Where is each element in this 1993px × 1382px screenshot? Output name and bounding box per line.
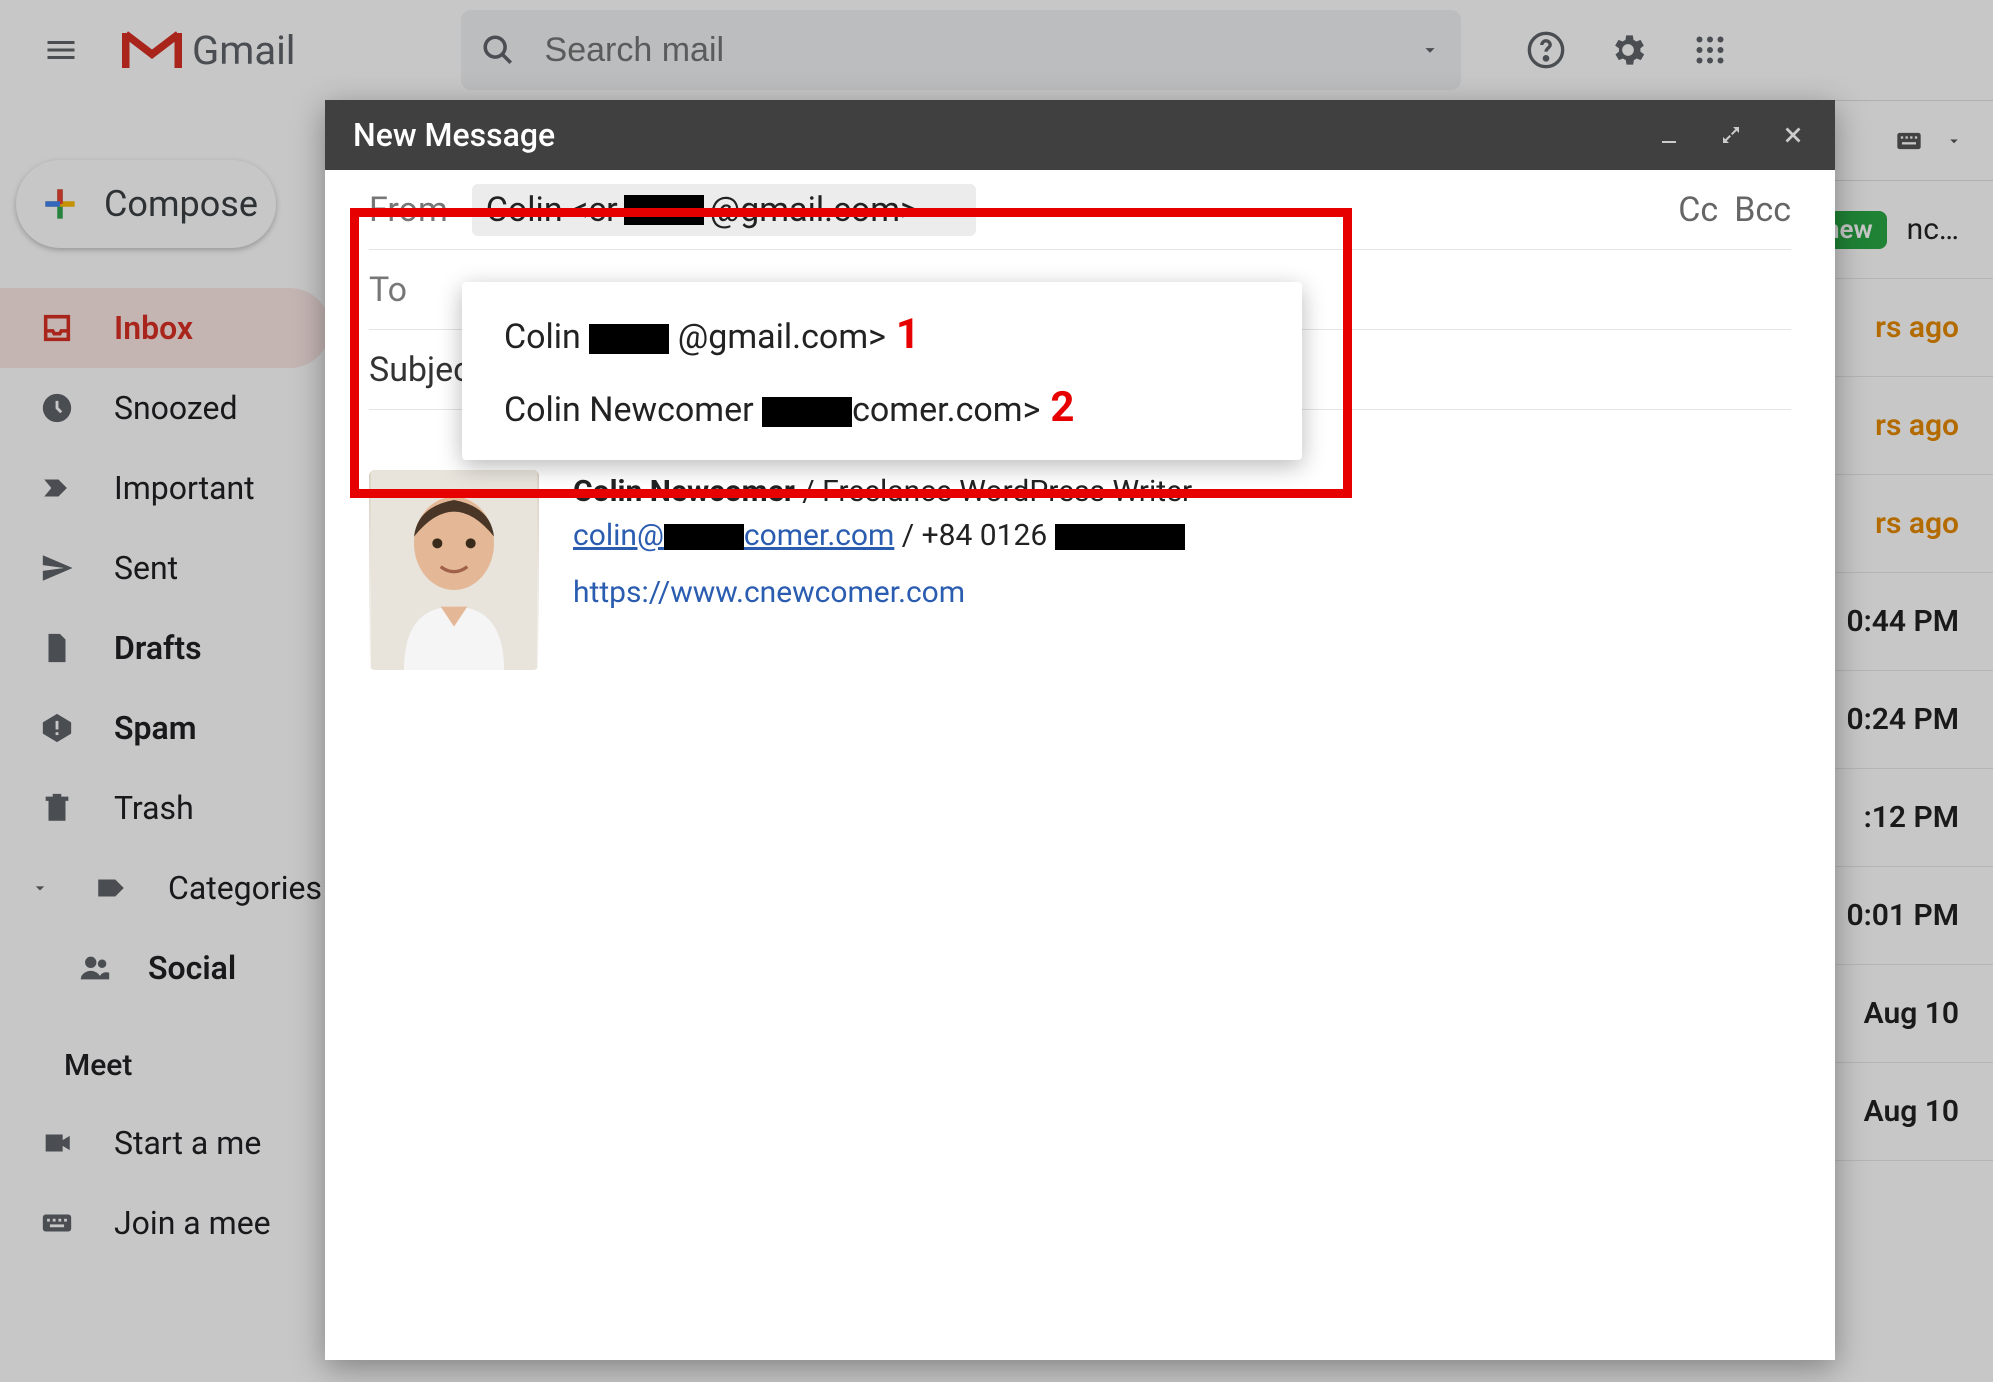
file-icon	[40, 631, 74, 665]
clock-icon	[40, 391, 74, 425]
redacted-text	[762, 397, 852, 427]
sidebar-item-trash[interactable]: Trash	[0, 768, 330, 848]
mail-time: 0:44 PM	[1846, 604, 1959, 639]
help-icon[interactable]	[1526, 30, 1566, 70]
sidebar-label: Categories	[168, 869, 322, 907]
cc-button[interactable]: Cc	[1678, 190, 1718, 230]
close-icon[interactable]	[1779, 121, 1807, 149]
apps-icon[interactable]	[1690, 30, 1730, 70]
sidebar-item-social[interactable]: Social	[0, 928, 330, 1008]
search-box[interactable]	[461, 10, 1461, 90]
meet-header: Meet	[0, 1008, 330, 1103]
send-icon	[40, 551, 74, 585]
compose-button[interactable]: Compose	[16, 160, 276, 248]
sidebar-label: Snoozed	[114, 389, 238, 427]
minimize-icon[interactable]	[1655, 121, 1683, 149]
sidebar-item-categories[interactable]: Categories	[0, 848, 330, 928]
important-icon	[40, 471, 74, 505]
search-input[interactable]	[545, 31, 1419, 70]
label-icon	[94, 871, 128, 905]
meet-join[interactable]: Join a mee	[0, 1183, 330, 1263]
sidebar-label: Trash	[114, 789, 194, 827]
mail-time: rs ago	[1875, 408, 1959, 443]
sidebar-label: Drafts	[114, 629, 202, 667]
mail-time: rs ago	[1875, 310, 1959, 345]
inbox-icon	[40, 311, 74, 345]
from-label: From	[369, 190, 448, 230]
sidebar: Compose Inbox Snoozed Important Sent Drafts S…	[0, 100, 330, 1382]
signature-name: Colin Newcomer	[573, 474, 795, 509]
email-signature: Colin Newcomer / Freelance WordPress Wri…	[369, 470, 1791, 670]
chevron-down-icon	[30, 878, 50, 898]
sidebar-item-spam[interactable]: Spam	[0, 688, 330, 768]
sidebar-label: Important	[114, 469, 255, 507]
redacted-text	[1055, 524, 1185, 550]
sidebar-item-drafts[interactable]: Drafts	[0, 608, 330, 688]
signature-website-link[interactable]: https://www.cnewcomer.com	[573, 575, 965, 610]
mail-time: 0:01 PM	[1846, 898, 1959, 933]
compose-label: Compose	[104, 183, 258, 225]
avatar	[369, 470, 539, 670]
from-option[interactable]: Colin Newcomer comer.com>2	[462, 371, 1302, 444]
sidebar-item-important[interactable]: Important	[0, 448, 330, 528]
app-name: Gmail	[192, 27, 296, 74]
keyboard-icon	[40, 1206, 74, 1240]
topbar: Gmail	[0, 0, 1993, 100]
signature-role: / Freelance WordPress Writer	[795, 474, 1192, 509]
mail-time: 0:24 PM	[1846, 702, 1959, 737]
sidebar-label: Spam	[114, 709, 197, 747]
from-dropdown: Colin @gmail.com>1Colin Newcomer comer.c…	[462, 282, 1302, 460]
search-icon	[481, 33, 515, 67]
people-icon	[78, 951, 112, 985]
gmail-logo[interactable]: Gmail	[122, 26, 296, 74]
sidebar-label: Inbox	[114, 309, 193, 347]
sidebar-item-snoozed[interactable]: Snoozed	[0, 368, 330, 448]
redacted-text	[624, 195, 704, 225]
input-mode-icon[interactable]	[1891, 127, 1927, 155]
to-label: To	[369, 270, 407, 310]
trash-icon	[40, 791, 74, 825]
toolbar-dropdown-icon[interactable]	[1945, 132, 1963, 150]
mail-time: Aug 10	[1864, 1094, 1959, 1129]
mail-time: rs ago	[1875, 506, 1959, 541]
expand-icon[interactable]	[1717, 121, 1745, 149]
signature-email-link[interactable]: colin@comer.com	[573, 518, 894, 553]
sidebar-label: Sent	[114, 549, 178, 587]
spam-icon	[40, 711, 74, 745]
compose-titlebar: New Message	[325, 100, 1835, 170]
sidebar-item-inbox[interactable]: Inbox	[0, 288, 330, 368]
menu-icon[interactable]	[25, 14, 97, 86]
search-dropdown-icon[interactable]	[1419, 39, 1441, 61]
from-option[interactable]: Colin @gmail.com>1	[462, 298, 1302, 371]
redacted-text	[589, 324, 669, 354]
from-row: From Colin <cr @gmail.com> Cc Bcc	[369, 170, 1791, 250]
sidebar-item-sent[interactable]: Sent	[0, 528, 330, 608]
video-icon	[40, 1126, 74, 1160]
mail-time: Aug 10	[1864, 996, 1959, 1031]
sidebar-label: Social	[148, 949, 236, 987]
subject-label: Subjec	[369, 350, 471, 390]
bcc-button[interactable]: Bcc	[1734, 190, 1791, 230]
annotation-number: 1	[896, 310, 920, 359]
chevron-down-icon	[938, 201, 956, 219]
compose-title: New Message	[353, 116, 555, 154]
mail-time: :12 PM	[1864, 800, 1959, 835]
from-selector[interactable]: Colin <cr @gmail.com>	[472, 184, 976, 236]
annotation-number: 2	[1050, 383, 1074, 432]
settings-icon[interactable]	[1608, 30, 1648, 70]
meet-start[interactable]: Start a me	[0, 1103, 330, 1183]
